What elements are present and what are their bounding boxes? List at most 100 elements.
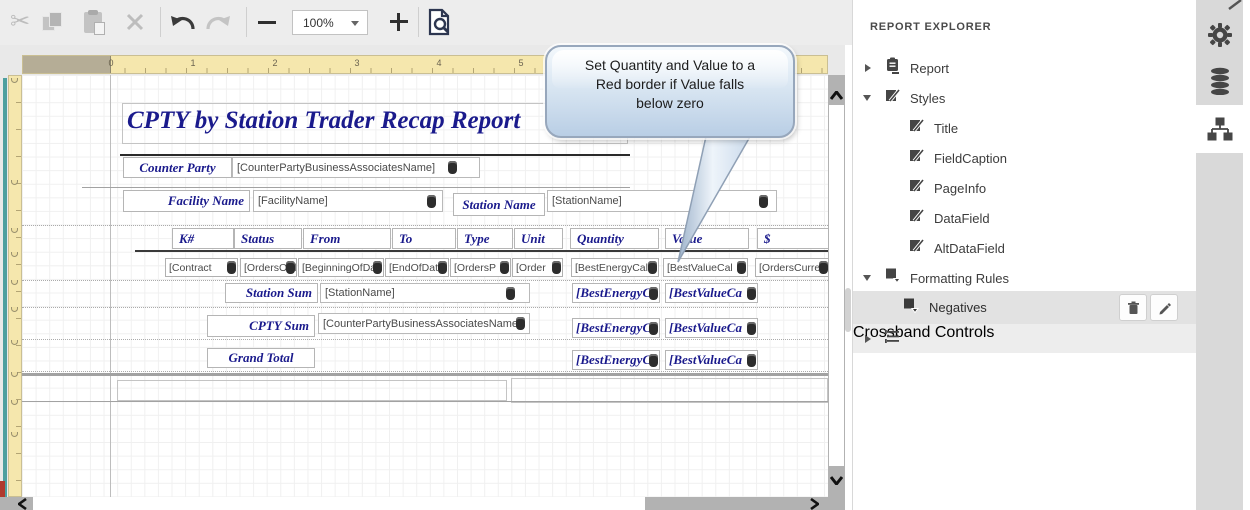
zoom-out-button[interactable] (252, 6, 282, 38)
field-smart-tag-icon[interactable] (649, 322, 658, 335)
detail-field[interactable]: [OrdersOrd (240, 258, 297, 277)
report-explorer-tab[interactable] (1196, 106, 1243, 152)
station-sum-value-field[interactable]: [BestValueCa (665, 283, 758, 303)
detail-field[interactable]: [EndOfDat (385, 258, 449, 277)
zoom-level-dropdown[interactable]: 100% (292, 10, 368, 35)
gear-icon (1207, 22, 1233, 48)
copy-icon[interactable] (38, 6, 68, 38)
column-header-from[interactable]: From (303, 228, 391, 249)
field-smart-tag-icon[interactable] (747, 322, 756, 335)
column-header-status[interactable]: Status (234, 228, 302, 249)
preview-button[interactable] (424, 6, 454, 38)
band-separator-line (82, 187, 630, 188)
tree-item-crossband-controls[interactable]: Crossband Controls (853, 324, 1196, 353)
detail-field[interactable]: [OrdersP (450, 258, 511, 277)
tree-item-datafield-style[interactable]: DataField (853, 203, 1196, 233)
undo-button[interactable] (168, 6, 198, 38)
column-header-k[interactable]: K# (172, 228, 234, 249)
detail-field[interactable]: [Contract (165, 258, 238, 277)
tree-item-negatives-row[interactable]: Negatives (853, 291, 1196, 324)
redo-button[interactable] (203, 6, 233, 38)
footer-empty-control[interactable] (117, 380, 507, 401)
vertical-scrollbar[interactable] (828, 75, 845, 497)
report-title[interactable]: CPTY by Station Trader Recap Report (127, 107, 520, 135)
field-smart-tag-icon[interactable] (747, 354, 756, 367)
grand-total-label[interactable]: Grand Total (207, 348, 315, 368)
edit-rule-button[interactable] (1150, 294, 1178, 321)
column-header-quantity[interactable]: Quantity (570, 228, 659, 249)
field-smart-tag-icon[interactable] (552, 261, 561, 274)
collapse-arrow-icon[interactable] (863, 275, 871, 281)
station-name-label[interactable]: Station Name (453, 193, 545, 216)
tree-item-pageinfo-style[interactable]: PageInfo (853, 173, 1196, 203)
scroll-left-button[interactable] (14, 497, 30, 510)
field-smart-tag-icon[interactable] (373, 261, 382, 274)
field-smart-tag-icon[interactable] (649, 287, 658, 300)
ruler-number: 3 (354, 58, 359, 68)
cut-icon[interactable]: ✂ (5, 6, 35, 38)
field-smart-tag-icon[interactable] (516, 317, 525, 330)
window-right-edge (1243, 0, 1250, 510)
band-marker (0, 481, 5, 497)
footer-empty-control[interactable] (511, 378, 828, 403)
tree-item-styles[interactable]: Styles (853, 83, 1196, 113)
field-list-tab[interactable] (1196, 58, 1243, 104)
tree-item-altdatafield-style[interactable]: AltDataField (853, 233, 1196, 263)
scroll-down-button[interactable] (828, 470, 845, 490)
field-smart-tag-icon[interactable] (286, 261, 295, 274)
separator-line-control[interactable] (120, 154, 630, 156)
horizontal-scrollbar-thumb[interactable] (33, 497, 645, 510)
field-smart-tag-icon[interactable] (448, 161, 457, 174)
field-smart-tag-icon[interactable] (747, 287, 756, 300)
cpty-sum-label[interactable]: CPTY Sum (207, 315, 315, 337)
field-smart-tag-icon[interactable] (649, 354, 658, 367)
column-header-unit[interactable]: Unit (514, 228, 563, 249)
cpty-sum-group-field[interactable]: [CounterPartyBusinessAssociatesName] (318, 313, 530, 334)
column-header-to[interactable]: To (392, 228, 456, 249)
counter-party-label[interactable]: Counter Party (123, 157, 232, 178)
facility-name-field[interactable]: [FacilityName] (253, 190, 443, 212)
cpty-sum-energy-field[interactable]: [BestEnergyC (572, 318, 660, 338)
panel-splitter-handle[interactable] (845, 288, 851, 332)
field-smart-tag-icon[interactable] (427, 195, 436, 208)
tree-item-report[interactable]: Report (853, 53, 1196, 83)
counter-party-field[interactable]: [CounterPartyBusinessAssociatesName] (232, 157, 480, 178)
delete-rule-button[interactable] (1119, 294, 1147, 321)
expand-arrow-icon[interactable] (865, 64, 871, 72)
grand-total-value-field[interactable]: [BestValueCa (665, 350, 758, 370)
field-smart-tag-icon[interactable] (500, 261, 509, 274)
expand-arrow-icon[interactable] (865, 335, 871, 343)
side-tab-strip (1196, 0, 1243, 510)
field-smart-tag-icon[interactable] (819, 261, 828, 274)
cpty-sum-value-field[interactable]: [BestValueCa (665, 318, 758, 338)
collapse-arrow-icon[interactable] (863, 95, 871, 101)
zoom-in-button[interactable] (384, 6, 414, 38)
toolbar: ✂ 100% (0, 0, 852, 45)
properties-tab[interactable] (1196, 12, 1243, 58)
column-header-type[interactable]: Type (457, 228, 513, 249)
delete-icon[interactable] (120, 6, 150, 38)
detail-field[interactable]: [BeginningOfDa (298, 258, 384, 277)
horizontal-scrollbar[interactable] (0, 497, 845, 510)
field-smart-tag-icon[interactable] (227, 261, 236, 274)
tree-item-fieldcaption-style[interactable]: FieldCaption (853, 143, 1196, 173)
station-sum-energy-field[interactable]: [BestEnergyC (572, 283, 660, 303)
callout-annotation[interactable]: Set Quantity and Value to a Red border i… (545, 45, 795, 138)
ruler-number: 0 (108, 58, 113, 68)
station-sum-group-field[interactable]: [StationName] (320, 283, 530, 303)
field-smart-tag-icon[interactable] (438, 261, 447, 274)
detail-field[interactable]: [Order (512, 258, 563, 277)
grand-total-energy-field[interactable]: [BestEnergyC (572, 350, 660, 370)
tree-item-title-style[interactable]: Title (853, 113, 1196, 143)
station-sum-label[interactable]: Station Sum (225, 283, 318, 303)
tree-item-formatting-rules[interactable]: Formatting Rules (853, 263, 1196, 293)
ruler-number: 4 (436, 58, 441, 68)
field-smart-tag-icon[interactable] (506, 287, 515, 300)
scroll-right-button[interactable] (806, 497, 822, 510)
detail-field[interactable]: [BestEnergyCalc (571, 258, 659, 277)
style-icon (909, 178, 925, 198)
paste-icon[interactable] (78, 6, 108, 38)
scroll-up-button[interactable] (828, 85, 845, 105)
facility-name-label[interactable]: Facility Name (123, 190, 250, 212)
vertical-scrollbar-thumb[interactable] (829, 105, 844, 466)
